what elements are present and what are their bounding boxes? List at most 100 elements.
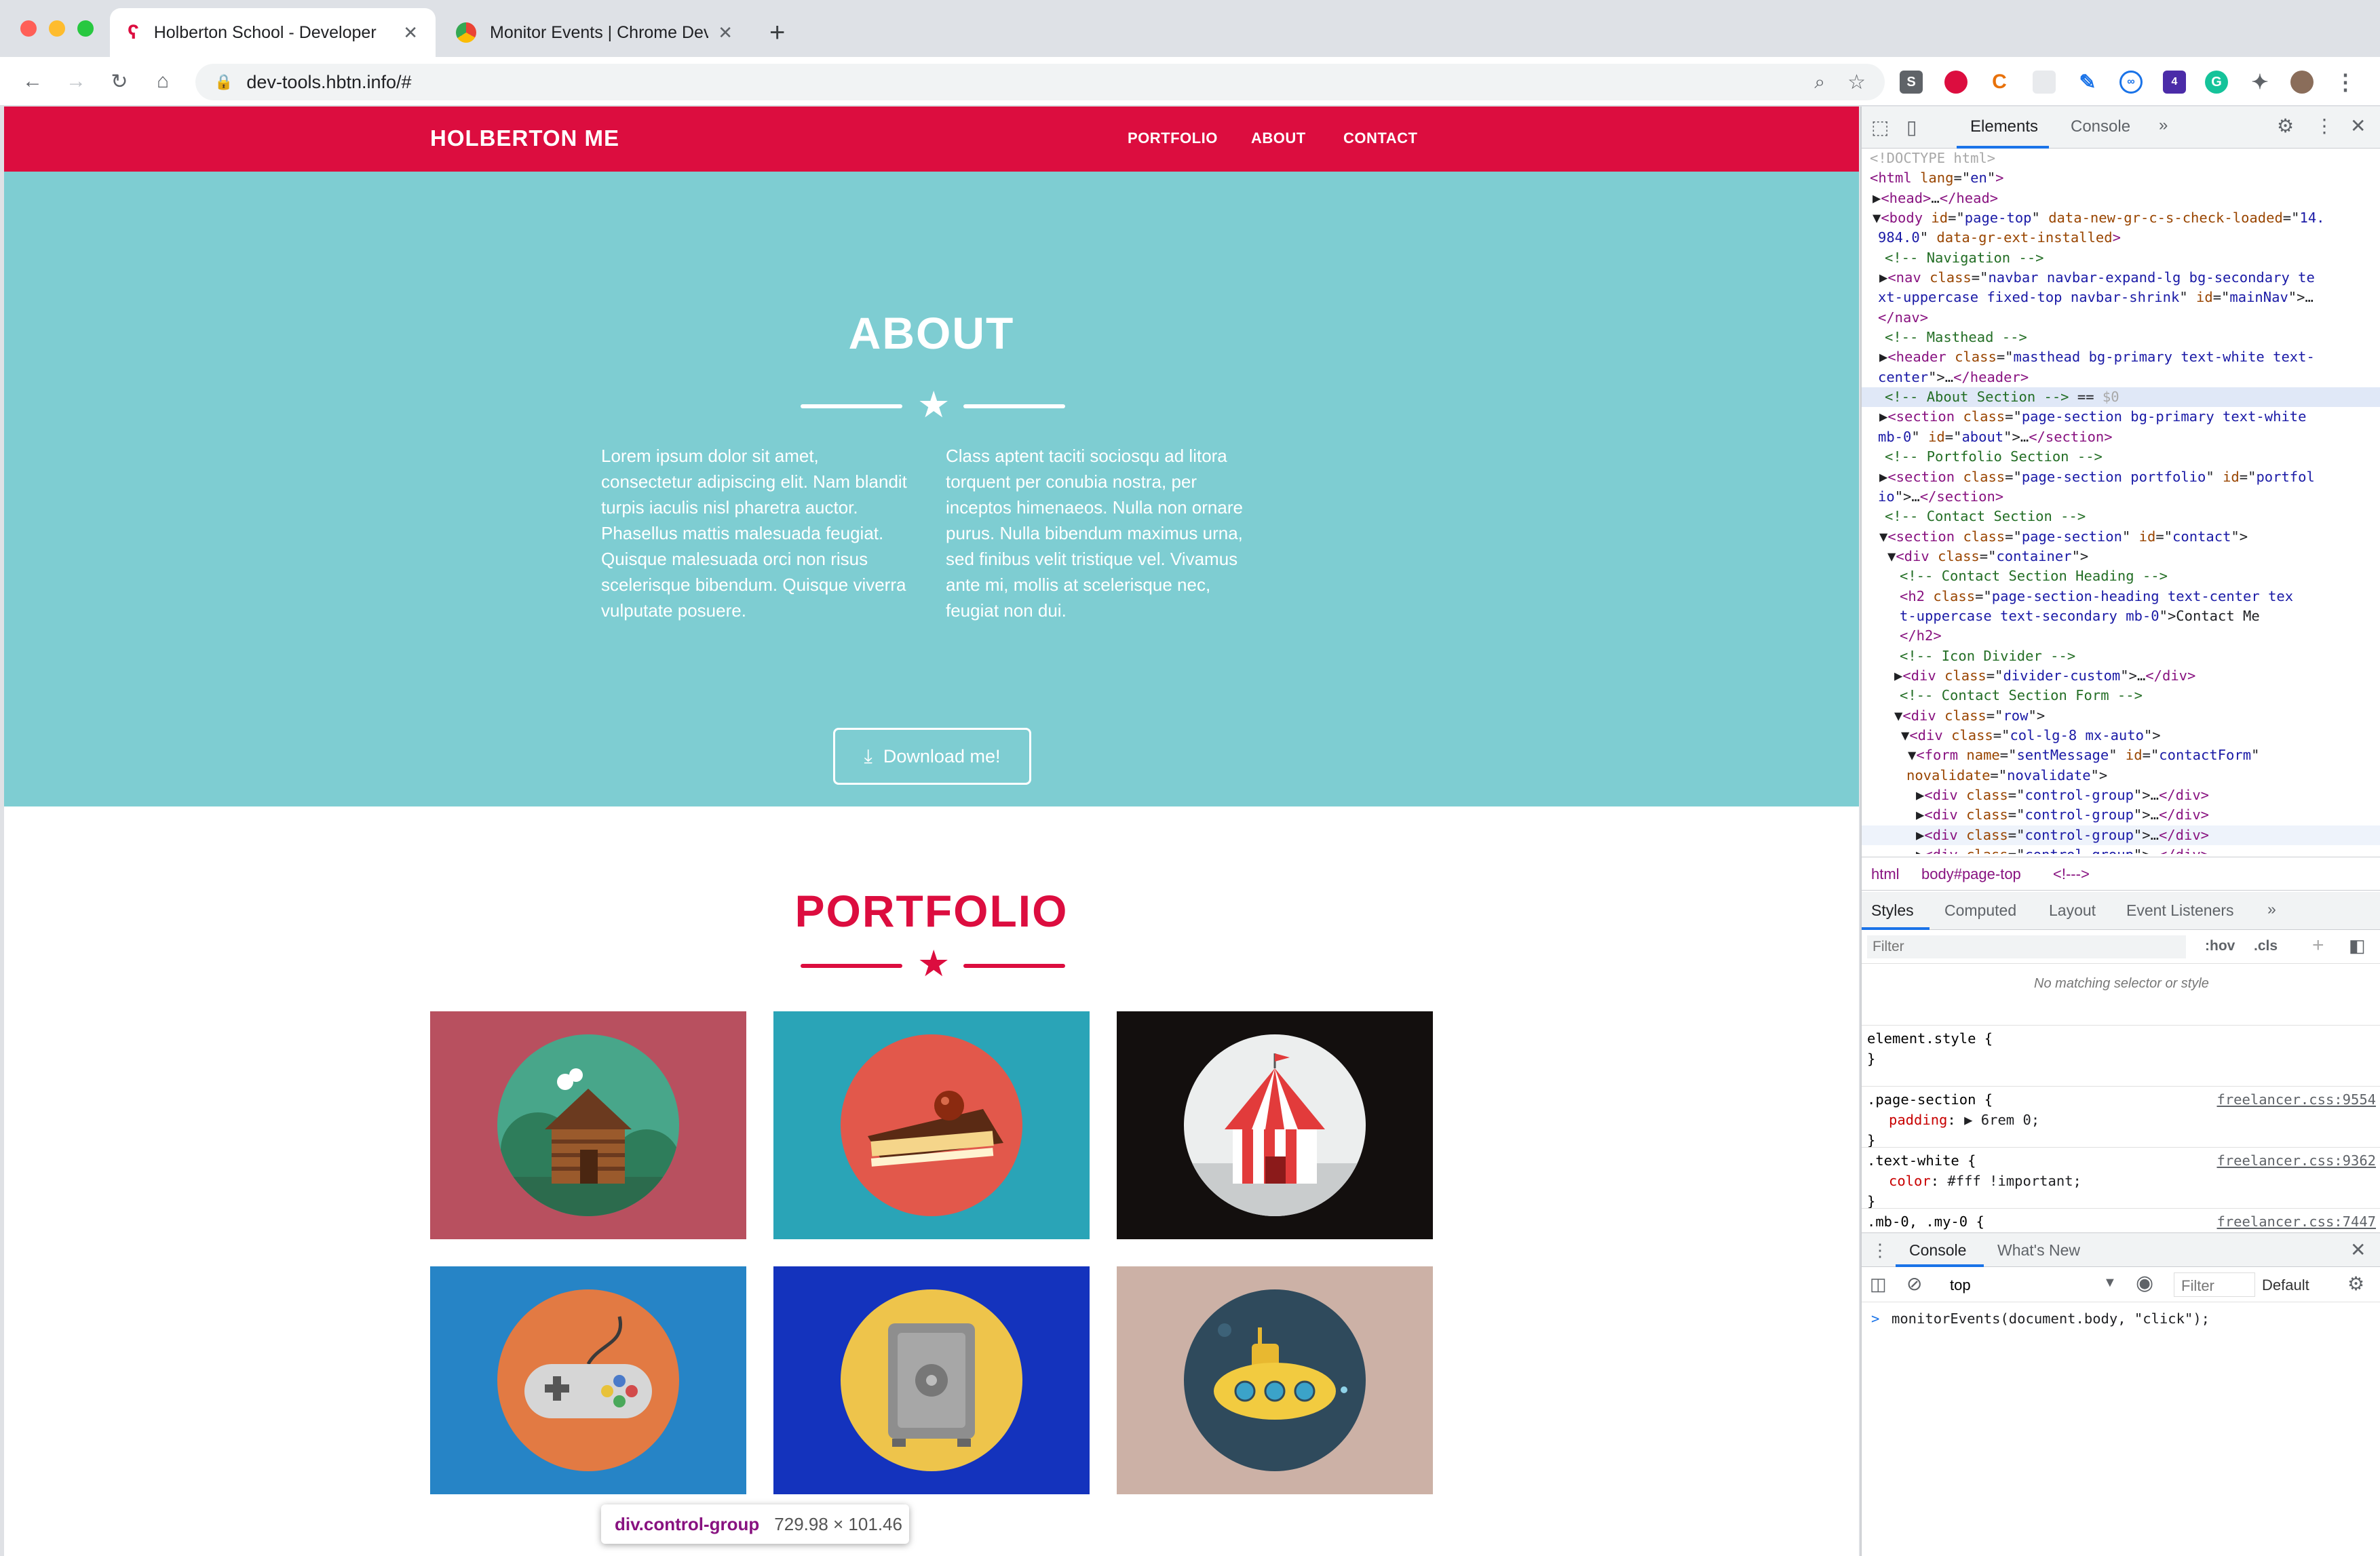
extension-grid-icon[interactable]: [2033, 71, 2056, 94]
css-source-link[interactable]: freelancer.css:9554: [2217, 1091, 2377, 1108]
dom-node-line[interactable]: <!-- About Section --> == $0: [1862, 387, 2380, 408]
console-settings-gear-icon[interactable]: ⚙: [2347, 1272, 2364, 1295]
more-tabs-icon[interactable]: »: [2159, 116, 2168, 135]
reload-button[interactable]: ↻: [104, 66, 134, 96]
dom-node-line[interactable]: </h2>: [1862, 626, 2380, 646]
minimize-window-button[interactable]: [49, 20, 65, 37]
portfolio-item-safe[interactable]: [773, 1266, 1090, 1494]
dom-node-line[interactable]: <!-- Navigation -->: [1862, 248, 2380, 268]
console-filter-input[interactable]: Filter: [2174, 1272, 2255, 1297]
new-tab-button[interactable]: +: [760, 12, 794, 53]
device-toolbar-icon[interactable]: ▯: [1906, 116, 1917, 138]
extension-feather-icon[interactable]: ✎: [2076, 71, 2099, 94]
dom-node-line[interactable]: xt-uppercase fixed-top navbar-shrink" id…: [1862, 288, 2380, 307]
tab-console[interactable]: Console: [2071, 117, 2130, 136]
tab-holberton[interactable]: ʕ Holberton School - Developer ✕: [110, 8, 436, 57]
back-button[interactable]: ←: [18, 66, 47, 96]
dom-node-line[interactable]: <!-- Icon Divider -->: [1862, 646, 2380, 666]
home-button[interactable]: ⌂: [148, 66, 178, 96]
tab-computed[interactable]: Computed: [1944, 901, 2016, 920]
dom-node-line[interactable]: ▶<head>…</head>: [1862, 189, 2380, 208]
portfolio-item-circus[interactable]: [1117, 1011, 1433, 1239]
forward-button[interactable]: →: [61, 66, 91, 96]
dom-node-line[interactable]: ▶<div class="divider-custom">…</div>: [1862, 666, 2380, 686]
toggle-sidebar-icon[interactable]: ◧: [2349, 935, 2366, 956]
dom-node-line[interactable]: <!DOCTYPE html>: [1862, 149, 2380, 168]
inspect-element-icon[interactable]: ⬚: [1871, 116, 1889, 138]
new-rule-icon[interactable]: +: [2312, 934, 2324, 957]
extension-red-icon[interactable]: [1944, 71, 1968, 94]
profile-avatar[interactable]: [2290, 71, 2314, 94]
context-selector[interactable]: top ▼: [1943, 1272, 2124, 1297]
close-window-button[interactable]: [20, 20, 37, 37]
extension-c-icon[interactable]: C: [1988, 71, 2011, 94]
dom-node-line[interactable]: ▼<body id="page-top" data-new-gr-c-s-che…: [1862, 208, 2380, 228]
dom-node-line[interactable]: <h2 class="page-section-heading text-cen…: [1862, 587, 2380, 606]
portfolio-item-cabin[interactable]: [430, 1011, 746, 1239]
maximize-window-button[interactable]: [77, 20, 94, 37]
close-devtools-icon[interactable]: ✕: [2350, 115, 2366, 137]
download-button[interactable]: ⤓ Download me!: [833, 728, 1031, 785]
css-source-link[interactable]: freelancer.css:9362: [2217, 1152, 2377, 1169]
dom-node-line[interactable]: ▼<form name="sentMessage" id="contactFor…: [1862, 745, 2380, 765]
dom-node-line[interactable]: <html lang="en">: [1862, 168, 2380, 188]
dom-node-line[interactable]: <!-- Portfolio Section -->: [1862, 447, 2380, 467]
site-brand[interactable]: HOLBERTON ME: [430, 125, 619, 151]
breadcrumb-html[interactable]: html: [1871, 865, 1900, 883]
console-input-line[interactable]: > monitorEvents(document.body, "click");: [1862, 1306, 2380, 1334]
dom-tree[interactable]: <!DOCTYPE html> <html lang="en"> ▶<head>…<…: [1862, 149, 2380, 854]
dom-node-line[interactable]: <!-- Contact Section -->: [1862, 507, 2380, 526]
tab-styles[interactable]: Styles: [1871, 901, 1914, 920]
address-bar[interactable]: 🔒 dev-tools.hbtn.info/# ⌕ ☆: [195, 64, 1885, 100]
settings-gear-icon[interactable]: ⚙: [2277, 115, 2294, 137]
extension-infinity-icon[interactable]: ∞: [2119, 71, 2143, 94]
tab-layout[interactable]: Layout: [2049, 901, 2096, 920]
dom-node-line[interactable]: ▶<nav class="navbar navbar-expand-lg bg-…: [1862, 268, 2380, 288]
dom-node-line[interactable]: ▶<header class="masthead bg-primary text…: [1862, 347, 2380, 367]
clear-console-icon[interactable]: ⊘: [1906, 1272, 1922, 1295]
tab-monitor-events[interactable]: Monitor Events | Chrome Dev ✕: [438, 8, 750, 57]
css-selector[interactable]: element.style {: [1867, 1030, 2376, 1047]
dom-node-line[interactable]: io">…</section>: [1862, 487, 2380, 507]
dom-node-line[interactable]: ▶<div class="control-group">…</div>: [1862, 845, 2380, 854]
dom-node-line[interactable]: center">…</header>: [1862, 368, 2380, 387]
css-declaration[interactable]: color: #fff !important;: [1889, 1173, 2380, 1189]
nav-portfolio[interactable]: PORTFOLIO: [1128, 130, 1218, 147]
devtools-menu-icon[interactable]: ⋮: [2315, 115, 2334, 137]
log-levels-dropdown[interactable]: Default: [2262, 1277, 2309, 1294]
extension-badge-icon[interactable]: 4: [2163, 71, 2186, 94]
hov-toggle[interactable]: :hov: [2205, 938, 2235, 954]
bookmark-star-icon[interactable]: ☆: [1847, 71, 1866, 94]
dom-node-line[interactable]: 984.0" data-gr-ext-installed>: [1862, 228, 2380, 248]
breadcrumb-body[interactable]: body#page-top: [1921, 865, 2021, 883]
drawer-menu-icon[interactable]: ⋮: [1871, 1240, 1889, 1261]
close-tab-icon[interactable]: ✕: [718, 22, 733, 43]
dom-node-line[interactable]: </nav>: [1862, 308, 2380, 328]
tab-event-listeners[interactable]: Event Listeners: [2126, 901, 2234, 920]
dom-node-line[interactable]: ▼<section class="page-section" id="conta…: [1862, 527, 2380, 547]
extensions-puzzle-icon[interactable]: ✦: [2248, 71, 2271, 94]
dom-node-line[interactable]: ▶<div class="control-group">…</div>: [1862, 785, 2380, 805]
dom-node-line[interactable]: ▶<section class="page-section bg-primary…: [1862, 407, 2380, 427]
breadcrumb-comment[interactable]: <!--->: [2053, 865, 2090, 883]
live-expression-eye-icon[interactable]: ◉: [2136, 1271, 2153, 1295]
tab-elements[interactable]: Elements: [1970, 117, 2038, 136]
styles-filter-input[interactable]: [1867, 935, 2186, 958]
drawer-tab-console[interactable]: Console: [1909, 1241, 1966, 1260]
dom-node-line[interactable]: <!-- Contact Section Heading -->: [1862, 566, 2380, 586]
zoom-icon[interactable]: ⌕: [1814, 71, 1825, 94]
portfolio-item-cake[interactable]: [773, 1011, 1090, 1239]
nav-about[interactable]: ABOUT: [1251, 130, 1306, 147]
dom-node-line[interactable]: ▶<div class="control-group">…</div>: [1862, 805, 2380, 825]
dom-node-line[interactable]: novalidate="novalidate">: [1862, 766, 2380, 785]
dom-node-line[interactable]: ▼<div class="col-lg-8 mx-auto">: [1862, 726, 2380, 745]
portfolio-item-game[interactable]: [430, 1266, 746, 1494]
dom-node-line[interactable]: t-uppercase text-secondary mb-0">Contact…: [1862, 606, 2380, 626]
css-source-link[interactable]: freelancer.css:7447: [2217, 1213, 2377, 1230]
close-tab-icon[interactable]: ✕: [403, 22, 418, 43]
dom-node-line[interactable]: ▼<div class="row">: [1862, 706, 2380, 726]
browser-menu-icon[interactable]: ⋮: [2334, 70, 2357, 94]
dom-node-line[interactable]: ▼<div class="container">: [1862, 547, 2380, 566]
dom-node-line[interactable]: <!-- Contact Section Form -->: [1862, 686, 2380, 705]
nav-contact[interactable]: CONTACT: [1343, 130, 1417, 147]
